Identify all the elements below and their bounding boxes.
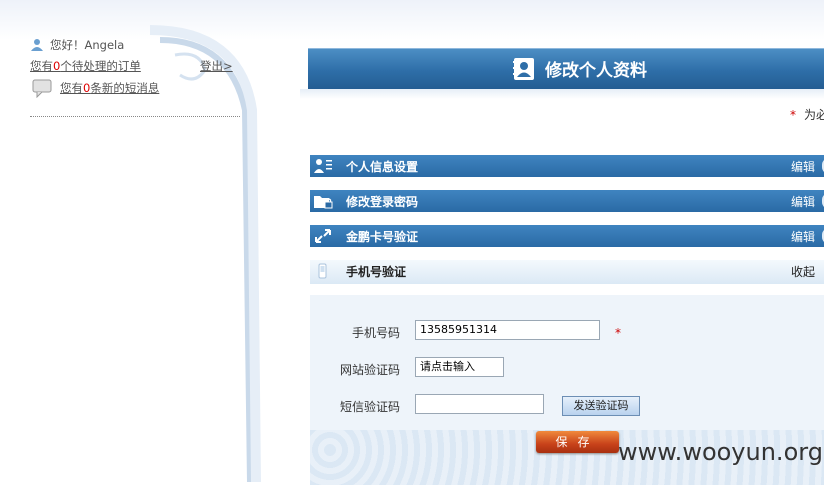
section-label: 修改登录密码 [346,195,419,209]
section-label: 手机号验证 [346,265,407,279]
collapse-button[interactable]: 收起 [791,263,815,280]
watermark: www.wooyun.org [618,438,823,466]
profile-card-icon [513,57,534,80]
captcha-input[interactable] [415,357,504,377]
arrows-icon [315,229,331,243]
user-list-icon [314,159,332,173]
section-personal-info[interactable]: 个人信息设置 编辑 [310,155,824,177]
folder-lock-icon [314,196,333,209]
phone-label: 手机号码 [351,326,400,340]
sms-code-label: 短信验证码 [339,400,400,414]
send-code-button[interactable]: 发送验证码 [562,396,640,416]
new-messages-link[interactable]: 您有0条新的短消息 [32,78,159,98]
edit-button[interactable]: 编辑 [791,158,815,175]
section-phone-verification[interactable]: 手机号验证 收起 [310,260,824,284]
logout-link[interactable]: 登出> [200,58,233,74]
required-note: * 为必 [790,108,824,122]
required-star: * [790,108,796,122]
sms-code-input[interactable] [415,394,544,414]
page-title: 修改个人资料 [545,61,647,81]
user-icon [31,39,43,51]
captcha-label: 网站验证码 [339,363,400,377]
sidebar-divider [30,116,240,117]
section-change-password[interactable]: 修改登录密码 编辑 [310,190,824,212]
message-icon [32,79,52,98]
sidebar: 您好！Angela 您有0个待处理的订单 登出> 您有0条新的短消息 [0,0,261,482]
page-header: 修改个人资料 [308,48,824,89]
greeting: 您好！Angela [30,37,124,53]
phone-input[interactable] [415,320,600,340]
section-label: 个人信息设置 [346,160,419,174]
section-card-verification[interactable]: 金鹏卡号验证 编辑 [310,225,824,247]
save-button[interactable]: 保存 [536,431,619,453]
greeting-text: 您好！Angela [50,38,125,52]
phone-icon [318,263,327,279]
edit-button[interactable]: 编辑 [791,193,815,210]
required-star: * [615,326,621,340]
pending-orders-link[interactable]: 您有0个待处理的订单 [30,58,141,74]
header-shadow [300,89,824,99]
section-label: 金鹏卡号验证 [346,230,419,244]
edit-button[interactable]: 编辑 [791,228,815,245]
